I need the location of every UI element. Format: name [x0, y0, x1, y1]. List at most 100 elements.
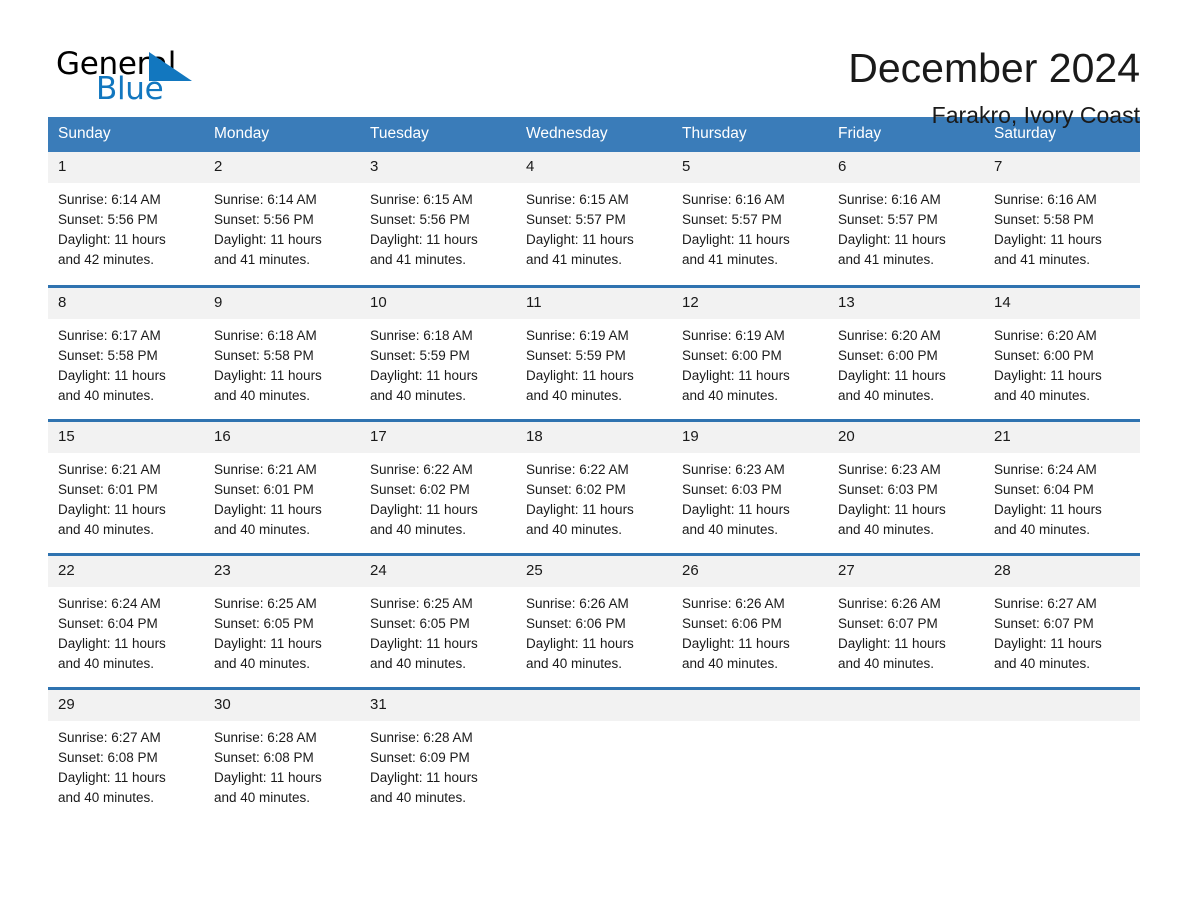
- calendar-day-cell[interactable]: 3 Sunrise: 6:15 AM Sunset: 5:56 PM Daylight…: [360, 152, 516, 286]
- daylight-text-line1: Daylight: 11 hours: [994, 635, 1102, 651]
- daylight-text-line1: Daylight: 11 hours: [214, 635, 322, 651]
- daylight-text-line1: Daylight: 11 hours: [526, 232, 634, 247]
- calendar-day-cell[interactable]: 9 Sunrise: 6:18 AM Sunset: 5:58 PM Daylight…: [204, 284, 360, 420]
- sunrise-text: Sunrise: 6:16 AM: [994, 192, 1097, 207]
- sunset-text: Sunset: 6:01 PM: [58, 481, 158, 497]
- daylight-text-line2: and 40 minutes.: [526, 655, 623, 671]
- sunrise-text: Sunrise: 6:21 AM: [214, 461, 317, 477]
- sunrise-text: Sunrise: 6:14 AM: [58, 192, 161, 207]
- sunrise-text: Sunrise: 6:25 AM: [370, 595, 473, 611]
- daylight-text-line2: and 40 minutes.: [526, 521, 623, 537]
- sunrise-text: Sunrise: 6:18 AM: [214, 327, 317, 343]
- daylight-text-line1: Daylight: 11 hours: [526, 367, 634, 383]
- day-cell-inner: 10 Sunrise: 6:18 AM Sunset: 5:59 PM Dayligh…: [360, 287, 516, 419]
- calendar-week-row: 15 Sunrise: 6:21 AM Sunset: 6:01 PM Dayligh…: [48, 418, 1140, 554]
- calendar-day-cell[interactable]: 29 Sunrise: 6:27 AM Sunset: 6:08 PM Dayligh…: [48, 686, 204, 822]
- calendar-day-cell[interactable]: 6 Sunrise: 6:16 AM Sunset: 5:57 PM Daylight…: [828, 152, 984, 286]
- daylight-text-line2: and 41 minutes.: [682, 252, 779, 267]
- daylight-text-line2: and 40 minutes.: [994, 387, 1091, 403]
- calendar-day-cell[interactable]: 23 Sunrise: 6:25 AM Sunset: 6:05 PM Dayligh…: [204, 552, 360, 688]
- day-cell-inner: 31 Sunrise: 6:28 AM Sunset: 6:09 PM Dayligh…: [360, 689, 516, 823]
- day-number: 13: [828, 287, 984, 319]
- calendar-day-cell[interactable]: 2 Sunrise: 6:14 AM Sunset: 5:56 PM Daylight…: [204, 152, 360, 286]
- calendar-day-cell[interactable]: 30 Sunrise: 6:28 AM Sunset: 6:08 PM Dayligh…: [204, 686, 360, 822]
- day-details: Sunrise: 6:24 AM Sunset: 6:04 PM Daylight:…: [984, 453, 1140, 540]
- daylight-text-line2: and 40 minutes.: [58, 387, 155, 403]
- day-details: Sunrise: 6:19 AM Sunset: 5:59 PM Daylight:…: [516, 319, 672, 406]
- sunrise-text: Sunrise: 6:26 AM: [682, 595, 785, 611]
- general-blue-logo: General Blue: [48, 44, 238, 108]
- calendar-body: 1 Sunrise: 6:14 AM Sunset: 5:56 PM Daylight…: [48, 152, 1140, 822]
- calendar-day-cell[interactable]: 4 Sunrise: 6:15 AM Sunset: 5:57 PM Daylight…: [516, 152, 672, 286]
- day-number: 21: [984, 421, 1140, 453]
- calendar-day-cell[interactable]: 10 Sunrise: 6:18 AM Sunset: 5:59 PM Dayligh…: [360, 284, 516, 420]
- calendar-day-cell[interactable]: 12 Sunrise: 6:19 AM Sunset: 6:00 PM Dayligh…: [672, 284, 828, 420]
- day-cell-inner: 19 Sunrise: 6:23 AM Sunset: 6:03 PM Dayligh…: [672, 421, 828, 553]
- calendar-day-cell[interactable]: 18 Sunrise: 6:22 AM Sunset: 6:02 PM Dayligh…: [516, 418, 672, 554]
- day-details: Sunrise: 6:28 AM Sunset: 6:08 PM Daylight:…: [204, 721, 360, 808]
- sunrise-text: Sunrise: 6:25 AM: [214, 595, 317, 611]
- calendar-day-cell[interactable]: 26 Sunrise: 6:26 AM Sunset: 6:06 PM Dayligh…: [672, 552, 828, 688]
- sunset-text: Sunset: 6:03 PM: [682, 481, 782, 497]
- sunset-text: Sunset: 6:02 PM: [526, 481, 626, 497]
- day-details: Sunrise: 6:22 AM Sunset: 6:02 PM Daylight:…: [516, 453, 672, 540]
- daylight-text-line2: and 40 minutes.: [58, 789, 155, 805]
- daylight-text-line2: and 40 minutes.: [370, 655, 467, 671]
- day-number: 8: [48, 287, 204, 319]
- calendar-day-cell[interactable]: 22 Sunrise: 6:24 AM Sunset: 6:04 PM Dayligh…: [48, 552, 204, 688]
- day-cell-inner: 23 Sunrise: 6:25 AM Sunset: 6:05 PM Dayligh…: [204, 555, 360, 687]
- calendar-day-cell[interactable]: 16 Sunrise: 6:21 AM Sunset: 6:01 PM Dayligh…: [204, 418, 360, 554]
- sunset-text: Sunset: 6:08 PM: [214, 749, 314, 765]
- calendar-week-row: 22 Sunrise: 6:24 AM Sunset: 6:04 PM Dayligh…: [48, 552, 1140, 688]
- sunrise-text: Sunrise: 6:15 AM: [370, 192, 473, 207]
- day-number: 22: [48, 555, 204, 587]
- calendar-day-cell[interactable]: 24 Sunrise: 6:25 AM Sunset: 6:05 PM Dayligh…: [360, 552, 516, 688]
- day-cell-inner: [828, 689, 984, 823]
- weekday-header-thursday: Thursday: [672, 117, 828, 152]
- sunrise-text: Sunrise: 6:23 AM: [682, 461, 785, 477]
- calendar-day-cell[interactable]: 27 Sunrise: 6:26 AM Sunset: 6:07 PM Dayligh…: [828, 552, 984, 688]
- calendar-day-cell[interactable]: 5 Sunrise: 6:16 AM Sunset: 5:57 PM Daylight…: [672, 152, 828, 286]
- day-number: 31: [360, 689, 516, 721]
- calendar-day-cell[interactable]: 15 Sunrise: 6:21 AM Sunset: 6:01 PM Dayligh…: [48, 418, 204, 554]
- sunrise-text: Sunrise: 6:16 AM: [838, 192, 941, 207]
- calendar-day-cell[interactable]: 13 Sunrise: 6:20 AM Sunset: 6:00 PM Dayligh…: [828, 284, 984, 420]
- day-details: Sunrise: 6:23 AM Sunset: 6:03 PM Daylight:…: [828, 453, 984, 540]
- calendar-week-row: 29 Sunrise: 6:27 AM Sunset: 6:08 PM Dayligh…: [48, 686, 1140, 823]
- calendar-day-cell[interactable]: 25 Sunrise: 6:26 AM Sunset: 6:06 PM Dayligh…: [516, 552, 672, 688]
- calendar-day-cell[interactable]: 1 Sunrise: 6:14 AM Sunset: 5:56 PM Daylight…: [48, 152, 204, 286]
- day-cell-inner: 1 Sunrise: 6:14 AM Sunset: 5:56 PM Daylight…: [48, 152, 204, 285]
- calendar-day-cell[interactable]: 17 Sunrise: 6:22 AM Sunset: 6:02 PM Dayligh…: [360, 418, 516, 554]
- day-number: 17: [360, 421, 516, 453]
- weekday-header-sunday: Sunday: [48, 117, 204, 152]
- day-number: 5: [672, 152, 828, 183]
- calendar-day-cell[interactable]: 28 Sunrise: 6:27 AM Sunset: 6:07 PM Dayligh…: [984, 552, 1140, 688]
- logo-text-blue: Blue: [96, 71, 164, 107]
- day-number: 4: [516, 152, 672, 183]
- day-details: Sunrise: 6:27 AM Sunset: 6:08 PM Daylight:…: [48, 721, 204, 808]
- day-number: 1: [48, 152, 204, 183]
- day-details: Sunrise: 6:23 AM Sunset: 6:03 PM Daylight:…: [672, 453, 828, 540]
- daylight-text-line1: Daylight: 11 hours: [214, 501, 322, 517]
- calendar-day-cell[interactable]: 21 Sunrise: 6:24 AM Sunset: 6:04 PM Dayligh…: [984, 418, 1140, 554]
- page-title: December 2024: [848, 45, 1140, 91]
- day-details: Sunrise: 6:14 AM Sunset: 5:56 PM Daylight:…: [48, 183, 204, 270]
- calendar-day-cell[interactable]: 8 Sunrise: 6:17 AM Sunset: 5:58 PM Daylight…: [48, 284, 204, 420]
- calendar-table: Sunday Monday Tuesday Wednesday Thursday…: [48, 117, 1140, 822]
- calendar-week-row: 8 Sunrise: 6:17 AM Sunset: 5:58 PM Daylight…: [48, 284, 1140, 420]
- calendar-day-cell[interactable]: 20 Sunrise: 6:23 AM Sunset: 6:03 PM Dayligh…: [828, 418, 984, 554]
- day-details: Sunrise: 6:26 AM Sunset: 6:07 PM Daylight:…: [828, 587, 984, 674]
- sunset-text: Sunset: 6:08 PM: [58, 749, 158, 765]
- day-cell-inner: [672, 689, 828, 823]
- calendar-day-cell[interactable]: 7 Sunrise: 6:16 AM Sunset: 5:58 PM Daylight…: [984, 152, 1140, 286]
- day-number: 9: [204, 287, 360, 319]
- day-number: 26: [672, 555, 828, 587]
- sunrise-text: Sunrise: 6:27 AM: [58, 729, 161, 745]
- sunset-text: Sunset: 5:59 PM: [370, 347, 470, 363]
- calendar-day-cell[interactable]: 14 Sunrise: 6:20 AM Sunset: 6:00 PM Dayligh…: [984, 284, 1140, 420]
- calendar-day-cell[interactable]: 19 Sunrise: 6:23 AM Sunset: 6:03 PM Dayligh…: [672, 418, 828, 554]
- calendar-day-cell[interactable]: 11 Sunrise: 6:19 AM Sunset: 5:59 PM Dayligh…: [516, 284, 672, 420]
- calendar-day-cell[interactable]: 31 Sunrise: 6:28 AM Sunset: 6:09 PM Dayligh…: [360, 686, 516, 823]
- day-cell-inner: 25 Sunrise: 6:26 AM Sunset: 6:06 PM Dayligh…: [516, 555, 672, 687]
- sunrise-text: Sunrise: 6:18 AM: [370, 327, 473, 343]
